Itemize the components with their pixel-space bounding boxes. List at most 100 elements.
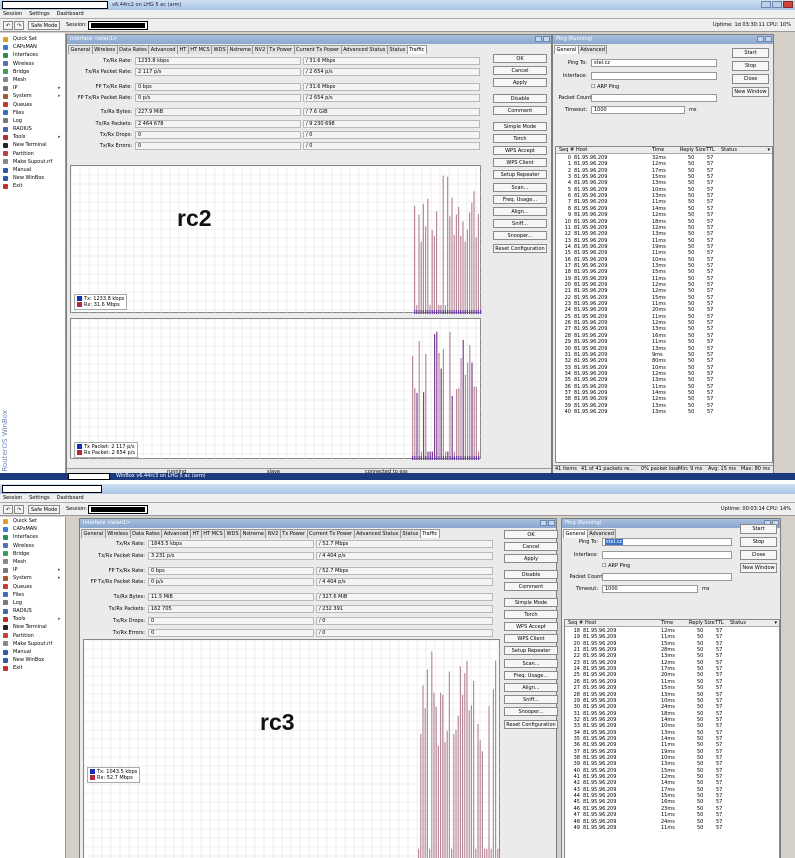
packet-count-input[interactable] xyxy=(602,573,732,581)
ping-new-window-button[interactable]: New Window xyxy=(740,563,777,573)
sidebar-item-capsman[interactable]: CAPsMAN xyxy=(0,43,65,51)
tab-traffic[interactable]: Traffic xyxy=(406,45,427,54)
ping-stop-button[interactable]: Stop xyxy=(732,61,769,71)
column-header-host[interactable]: Host xyxy=(576,147,587,154)
column-header-ttl[interactable]: TTL xyxy=(715,620,724,627)
ping-close-button-main[interactable]: Close xyxy=(732,74,769,84)
packet-count-input[interactable] xyxy=(591,94,717,102)
tab-wds[interactable]: WDS xyxy=(224,529,242,538)
ping-tab-advanced[interactable]: Advanced xyxy=(586,529,617,538)
wps-client-button[interactable]: WPS Client xyxy=(493,158,547,168)
freq-usage-button[interactable]: Freq. Usage... xyxy=(493,194,547,204)
reset-configuration-button[interactable]: Reset Configuration xyxy=(493,243,547,253)
tab-advanced-status[interactable]: Advanced Status xyxy=(353,529,401,538)
sniff-button[interactable]: Sniff... xyxy=(504,695,558,705)
sidebar-item-quick-set[interactable]: Quick Set xyxy=(0,517,65,525)
ping-tab-advanced[interactable]: Advanced xyxy=(577,45,608,54)
sniff-button[interactable]: Sniff... xyxy=(493,219,547,229)
ping-stop-button[interactable]: Stop xyxy=(740,537,777,547)
menu-dashboard[interactable]: Dashboard xyxy=(57,10,84,18)
window-close-button[interactable] xyxy=(548,520,555,526)
ping-start-button[interactable]: Start xyxy=(732,48,769,58)
tab-wireless[interactable]: Wireless xyxy=(104,529,131,538)
ping-tab-general[interactable]: General xyxy=(554,45,579,54)
sidebar-item-system[interactable]: System ▸ xyxy=(0,574,65,582)
sidebar-item-wireless[interactable]: Wireless xyxy=(0,542,65,550)
chevron-down-icon[interactable]: ▾ xyxy=(767,147,770,154)
sidebar-item-new-winbox[interactable]: New WinBox xyxy=(0,174,65,182)
table-row[interactable]: 49 81.95.96.209 11ms 50 57 xyxy=(565,825,779,831)
tab-general[interactable]: General xyxy=(68,45,93,54)
column-header-seq[interactable]: Seq # xyxy=(559,147,574,154)
sidebar-item-new-terminal[interactable]: New Terminal xyxy=(0,141,65,149)
arp-ping-checkbox[interactable]: ☐ ARP Ping xyxy=(591,83,619,91)
sidebar-item-mesh[interactable]: Mesh xyxy=(0,558,65,566)
tab-traffic[interactable]: Traffic xyxy=(419,529,440,538)
interface-select[interactable] xyxy=(591,72,717,80)
ok-button[interactable]: OK xyxy=(493,54,547,63)
tab-nv2[interactable]: NV2 xyxy=(265,529,281,538)
session-field[interactable] xyxy=(88,21,148,30)
wps-client-button[interactable]: WPS Client xyxy=(504,634,558,644)
window-minimize-button[interactable] xyxy=(540,520,547,526)
sidebar-item-log[interactable]: Log xyxy=(0,117,65,125)
comment-button[interactable]: Comment xyxy=(493,106,547,116)
tab-status[interactable]: Status xyxy=(399,529,421,538)
window-minimize-button[interactable] xyxy=(535,36,542,42)
sidebar-item-make-supout-rif[interactable]: Make Supout.rif xyxy=(0,158,65,166)
column-header-host[interactable]: Host xyxy=(585,620,596,627)
tab-advanced[interactable]: Advanced xyxy=(161,529,191,538)
ping-close-button[interactable] xyxy=(765,36,772,42)
sidebar-item-radius[interactable]: RADIUS xyxy=(0,125,65,133)
freq-usage-button[interactable]: Freq. Usage... xyxy=(504,670,558,680)
tab-nstreme[interactable]: Nstreme xyxy=(227,45,254,54)
column-header-status[interactable]: Status xyxy=(730,620,746,627)
tab-current-tx-power[interactable]: Current Tx Power xyxy=(306,529,355,538)
disable-button[interactable]: Disable xyxy=(493,93,547,103)
sidebar-item-mesh[interactable]: Mesh xyxy=(0,76,65,84)
interface-select[interactable] xyxy=(602,551,732,559)
scan-button[interactable]: Scan... xyxy=(504,658,558,668)
tab-status[interactable]: Status xyxy=(386,45,408,54)
align-button[interactable]: Align... xyxy=(493,207,547,216)
arp-ping-checkbox[interactable]: ☐ ARP Ping xyxy=(602,562,630,570)
safe-mode-button[interactable]: Safe Mode xyxy=(28,505,61,514)
tab-nv2[interactable]: NV2 xyxy=(252,45,268,54)
wps-accept-button[interactable]: WPS Accept xyxy=(493,146,547,155)
simple-mode-button[interactable]: Simple Mode xyxy=(493,121,547,131)
sidebar-item-partition[interactable]: Partition xyxy=(0,632,65,640)
timeout-input[interactable]: 1000 xyxy=(591,106,685,114)
sidebar-item-files[interactable]: Files xyxy=(0,591,65,599)
sidebar-item-make-supout-rif[interactable]: Make Supout.rif xyxy=(0,640,65,648)
tab-tx-power[interactable]: Tx Power xyxy=(279,529,308,538)
sidebar-item-queues[interactable]: Queues xyxy=(0,101,65,109)
menu-settings[interactable]: Settings xyxy=(29,494,50,502)
tab-wds[interactable]: WDS xyxy=(211,45,229,54)
sidebar-item-files[interactable]: Files xyxy=(0,109,65,117)
torch-button[interactable]: Torch xyxy=(493,133,547,143)
sidebar-item-tools[interactable]: Tools ▸ xyxy=(0,133,65,141)
tab-advanced[interactable]: Advanced xyxy=(148,45,178,54)
tab-ht-mcs[interactable]: HT MCS xyxy=(200,529,226,538)
column-header-seq[interactable]: Seq # xyxy=(568,620,583,627)
cancel-button[interactable]: Cancel xyxy=(493,66,547,76)
table-row[interactable]: 40 81.95.96.209 13ms 50 57 xyxy=(556,409,772,415)
align-button[interactable]: Align... xyxy=(504,683,558,692)
sidebar-item-interfaces[interactable]: Interfaces xyxy=(0,51,65,59)
sidebar-item-bridge[interactable]: Bridge xyxy=(0,68,65,76)
tab-tx-power[interactable]: Tx Power xyxy=(266,45,295,54)
tab-advanced-status[interactable]: Advanced Status xyxy=(340,45,388,54)
cancel-button[interactable]: Cancel xyxy=(504,542,558,552)
ok-button[interactable]: OK xyxy=(504,530,558,539)
timeout-input[interactable]: 1000 xyxy=(602,585,698,593)
menu-session[interactable]: Session xyxy=(3,494,22,502)
column-header-ttl[interactable]: TTL xyxy=(706,147,715,154)
setup-repeater-button[interactable]: Setup Repeater xyxy=(493,170,547,180)
tab-nstreme[interactable]: Nstreme xyxy=(240,529,267,538)
sidebar-item-exit[interactable]: Exit xyxy=(0,664,65,672)
minimize-button[interactable] xyxy=(761,1,771,8)
snooper-button[interactable]: Snooper... xyxy=(493,231,547,241)
safe-mode-button[interactable]: Safe Mode xyxy=(28,21,61,30)
tab-data-rates[interactable]: Data Rates xyxy=(129,529,163,538)
tab-wireless[interactable]: Wireless xyxy=(91,45,118,54)
